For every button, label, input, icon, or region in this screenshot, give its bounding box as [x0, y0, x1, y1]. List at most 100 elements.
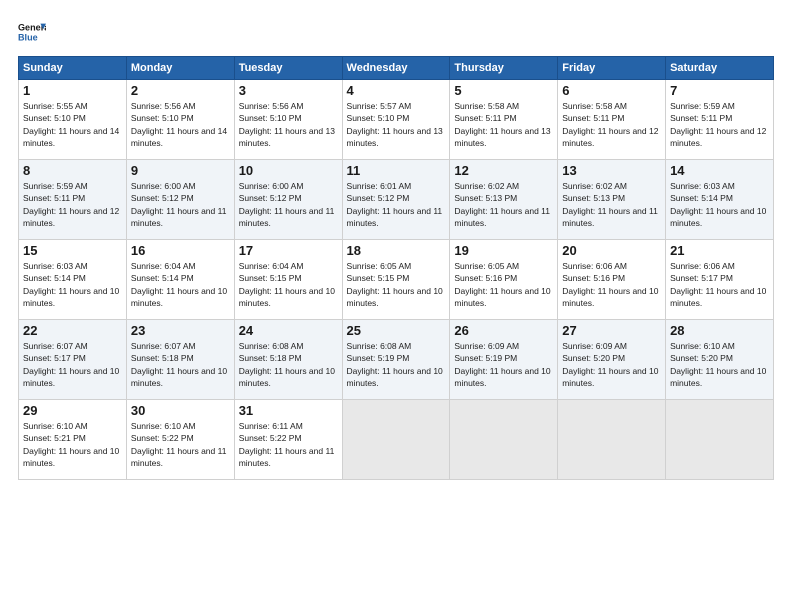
weekday-header-monday: Monday: [126, 57, 234, 80]
day-number: 7: [670, 83, 769, 98]
logo-icon: General Blue: [18, 18, 46, 46]
day-number: 29: [23, 403, 122, 418]
calendar-cell: 16 Sunrise: 6:04 AMSunset: 5:14 PMDaylig…: [126, 240, 234, 320]
calendar-cell: 2 Sunrise: 5:56 AMSunset: 5:10 PMDayligh…: [126, 80, 234, 160]
day-info: Sunrise: 6:05 AMSunset: 5:15 PMDaylight:…: [347, 261, 443, 308]
day-info: Sunrise: 6:06 AMSunset: 5:17 PMDaylight:…: [670, 261, 766, 308]
calendar-cell: 29 Sunrise: 6:10 AMSunset: 5:21 PMDaylig…: [19, 400, 127, 480]
weekday-header-tuesday: Tuesday: [234, 57, 342, 80]
day-number: 1: [23, 83, 122, 98]
calendar-week-row: 29 Sunrise: 6:10 AMSunset: 5:21 PMDaylig…: [19, 400, 774, 480]
day-number: 31: [239, 403, 338, 418]
day-number: 27: [562, 323, 661, 338]
calendar-week-row: 15 Sunrise: 6:03 AMSunset: 5:14 PMDaylig…: [19, 240, 774, 320]
calendar-cell: 1 Sunrise: 5:55 AMSunset: 5:10 PMDayligh…: [19, 80, 127, 160]
day-info: Sunrise: 5:59 AMSunset: 5:11 PMDaylight:…: [23, 181, 119, 228]
calendar-cell: 15 Sunrise: 6:03 AMSunset: 5:14 PMDaylig…: [19, 240, 127, 320]
calendar-cell: 7 Sunrise: 5:59 AMSunset: 5:11 PMDayligh…: [666, 80, 774, 160]
day-info: Sunrise: 6:00 AMSunset: 5:12 PMDaylight:…: [239, 181, 335, 228]
day-number: 19: [454, 243, 553, 258]
day-number: 18: [347, 243, 446, 258]
day-number: 11: [347, 163, 446, 178]
weekday-header-saturday: Saturday: [666, 57, 774, 80]
day-number: 21: [670, 243, 769, 258]
calendar-cell: 27 Sunrise: 6:09 AMSunset: 5:20 PMDaylig…: [558, 320, 666, 400]
calendar-cell: [558, 400, 666, 480]
day-number: 14: [670, 163, 769, 178]
calendar-cell: 18 Sunrise: 6:05 AMSunset: 5:15 PMDaylig…: [342, 240, 450, 320]
day-info: Sunrise: 5:58 AMSunset: 5:11 PMDaylight:…: [562, 101, 658, 148]
day-number: 13: [562, 163, 661, 178]
header: General Blue: [18, 18, 774, 46]
calendar-table: SundayMondayTuesdayWednesdayThursdayFrid…: [18, 56, 774, 480]
day-info: Sunrise: 6:07 AMSunset: 5:18 PMDaylight:…: [131, 341, 227, 388]
day-info: Sunrise: 6:02 AMSunset: 5:13 PMDaylight:…: [454, 181, 550, 228]
calendar-cell: 22 Sunrise: 6:07 AMSunset: 5:17 PMDaylig…: [19, 320, 127, 400]
day-number: 26: [454, 323, 553, 338]
day-info: Sunrise: 6:04 AMSunset: 5:14 PMDaylight:…: [131, 261, 227, 308]
svg-text:Blue: Blue: [18, 32, 38, 42]
calendar-cell: 19 Sunrise: 6:05 AMSunset: 5:16 PMDaylig…: [450, 240, 558, 320]
day-number: 16: [131, 243, 230, 258]
day-number: 17: [239, 243, 338, 258]
day-info: Sunrise: 6:01 AMSunset: 5:12 PMDaylight:…: [347, 181, 443, 228]
weekday-header-row: SundayMondayTuesdayWednesdayThursdayFrid…: [19, 57, 774, 80]
day-number: 3: [239, 83, 338, 98]
day-number: 6: [562, 83, 661, 98]
day-number: 22: [23, 323, 122, 338]
day-info: Sunrise: 6:03 AMSunset: 5:14 PMDaylight:…: [23, 261, 119, 308]
day-info: Sunrise: 5:58 AMSunset: 5:11 PMDaylight:…: [454, 101, 550, 148]
calendar-cell: 25 Sunrise: 6:08 AMSunset: 5:19 PMDaylig…: [342, 320, 450, 400]
day-number: 4: [347, 83, 446, 98]
calendar-week-row: 8 Sunrise: 5:59 AMSunset: 5:11 PMDayligh…: [19, 160, 774, 240]
day-info: Sunrise: 6:10 AMSunset: 5:20 PMDaylight:…: [670, 341, 766, 388]
calendar-cell: 31 Sunrise: 6:11 AMSunset: 5:22 PMDaylig…: [234, 400, 342, 480]
calendar-cell: 11 Sunrise: 6:01 AMSunset: 5:12 PMDaylig…: [342, 160, 450, 240]
weekday-header-sunday: Sunday: [19, 57, 127, 80]
calendar-cell: 6 Sunrise: 5:58 AMSunset: 5:11 PMDayligh…: [558, 80, 666, 160]
day-info: Sunrise: 6:03 AMSunset: 5:14 PMDaylight:…: [670, 181, 766, 228]
calendar-cell: 5 Sunrise: 5:58 AMSunset: 5:11 PMDayligh…: [450, 80, 558, 160]
day-info: Sunrise: 6:05 AMSunset: 5:16 PMDaylight:…: [454, 261, 550, 308]
calendar-cell: 24 Sunrise: 6:08 AMSunset: 5:18 PMDaylig…: [234, 320, 342, 400]
day-info: Sunrise: 5:56 AMSunset: 5:10 PMDaylight:…: [131, 101, 227, 148]
day-number: 10: [239, 163, 338, 178]
weekday-header-wednesday: Wednesday: [342, 57, 450, 80]
calendar-cell: 17 Sunrise: 6:04 AMSunset: 5:15 PMDaylig…: [234, 240, 342, 320]
day-info: Sunrise: 6:00 AMSunset: 5:12 PMDaylight:…: [131, 181, 227, 228]
day-number: 24: [239, 323, 338, 338]
day-info: Sunrise: 6:06 AMSunset: 5:16 PMDaylight:…: [562, 261, 658, 308]
day-info: Sunrise: 6:08 AMSunset: 5:19 PMDaylight:…: [347, 341, 443, 388]
day-number: 30: [131, 403, 230, 418]
day-info: Sunrise: 6:10 AMSunset: 5:21 PMDaylight:…: [23, 421, 119, 468]
calendar-cell: 3 Sunrise: 5:56 AMSunset: 5:10 PMDayligh…: [234, 80, 342, 160]
day-info: Sunrise: 5:59 AMSunset: 5:11 PMDaylight:…: [670, 101, 766, 148]
day-number: 23: [131, 323, 230, 338]
day-info: Sunrise: 6:04 AMSunset: 5:15 PMDaylight:…: [239, 261, 335, 308]
day-info: Sunrise: 6:09 AMSunset: 5:20 PMDaylight:…: [562, 341, 658, 388]
calendar-cell: 10 Sunrise: 6:00 AMSunset: 5:12 PMDaylig…: [234, 160, 342, 240]
weekday-header-thursday: Thursday: [450, 57, 558, 80]
day-info: Sunrise: 6:08 AMSunset: 5:18 PMDaylight:…: [239, 341, 335, 388]
calendar-cell: [342, 400, 450, 480]
weekday-header-friday: Friday: [558, 57, 666, 80]
day-info: Sunrise: 6:02 AMSunset: 5:13 PMDaylight:…: [562, 181, 658, 228]
calendar-cell: 8 Sunrise: 5:59 AMSunset: 5:11 PMDayligh…: [19, 160, 127, 240]
day-info: Sunrise: 6:07 AMSunset: 5:17 PMDaylight:…: [23, 341, 119, 388]
calendar-cell: 13 Sunrise: 6:02 AMSunset: 5:13 PMDaylig…: [558, 160, 666, 240]
day-number: 20: [562, 243, 661, 258]
calendar-cell: 14 Sunrise: 6:03 AMSunset: 5:14 PMDaylig…: [666, 160, 774, 240]
day-number: 12: [454, 163, 553, 178]
day-info: Sunrise: 6:11 AMSunset: 5:22 PMDaylight:…: [239, 421, 335, 468]
day-number: 5: [454, 83, 553, 98]
calendar-cell: 30 Sunrise: 6:10 AMSunset: 5:22 PMDaylig…: [126, 400, 234, 480]
calendar-cell: 21 Sunrise: 6:06 AMSunset: 5:17 PMDaylig…: [666, 240, 774, 320]
calendar-cell: [450, 400, 558, 480]
calendar-cell: 23 Sunrise: 6:07 AMSunset: 5:18 PMDaylig…: [126, 320, 234, 400]
calendar-cell: 12 Sunrise: 6:02 AMSunset: 5:13 PMDaylig…: [450, 160, 558, 240]
calendar-cell: 4 Sunrise: 5:57 AMSunset: 5:10 PMDayligh…: [342, 80, 450, 160]
day-number: 2: [131, 83, 230, 98]
day-number: 8: [23, 163, 122, 178]
day-number: 9: [131, 163, 230, 178]
logo: General Blue: [18, 18, 46, 46]
